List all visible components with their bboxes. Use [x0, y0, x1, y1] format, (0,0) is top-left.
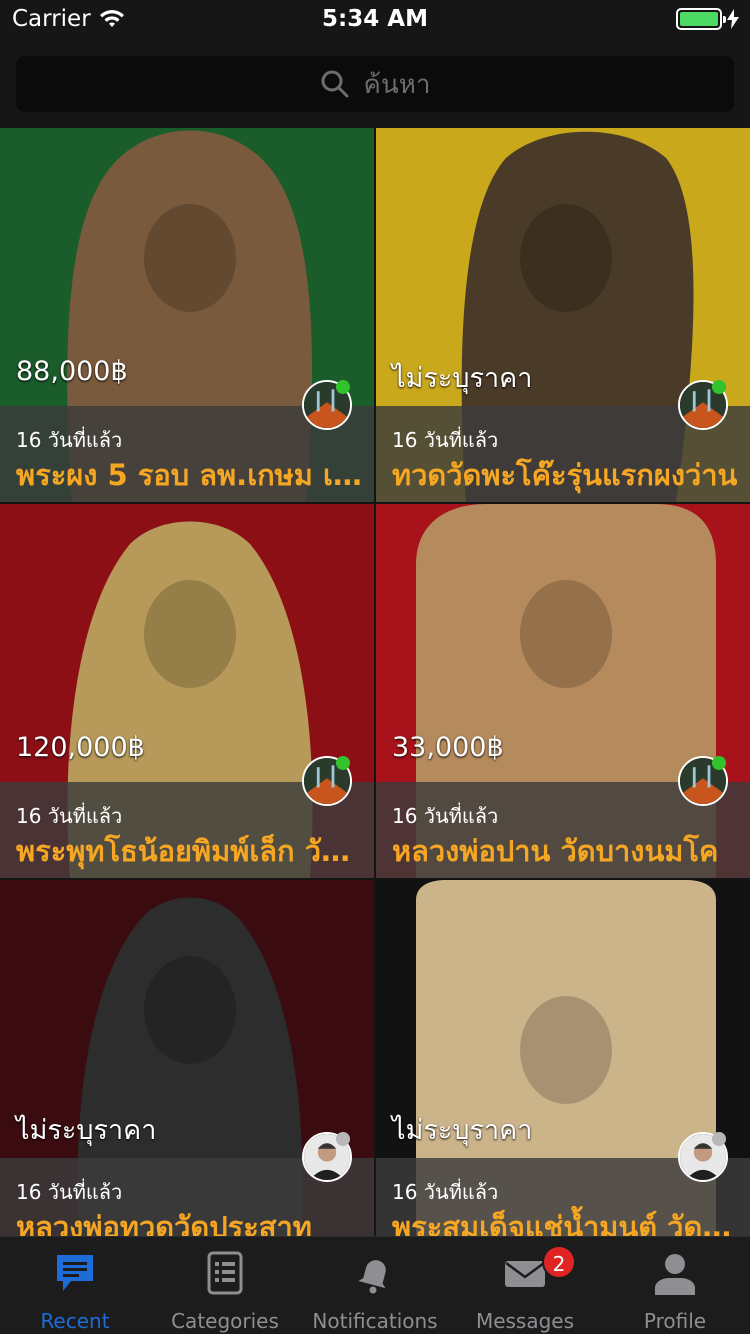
list-icon — [207, 1251, 243, 1295]
listing-title: หลวงพ่อทวดวัดประสาท — [16, 1210, 312, 1236]
tab-bar: Recent Categories Notifications 2 Messag… — [0, 1236, 750, 1334]
charging-bolt-icon — [727, 9, 739, 29]
listing-price: ไม่ระบุราคา — [392, 1115, 533, 1146]
listing-price: 120,000฿ — [16, 732, 145, 763]
status-bar: Carrier 5:34 AM — [0, 0, 750, 40]
listing-card[interactable]: 33,000฿ 16 วันที่แล้ว หลวงพ่อปาน วัดบางนมโ… — [376, 504, 750, 878]
online-status-dot — [712, 756, 726, 770]
battery-icon — [676, 8, 726, 30]
listing-title: พระพุทโธน้อยพิมพ์เล็ก วัดบ้าน — [16, 834, 366, 868]
listing-card[interactable]: 88,000฿ 16 วันที่แล้ว พระผง 5 รอบ ลพ.เกษม … — [0, 128, 374, 502]
listing-title: หลวงพ่อปาน วัดบางนมโค — [392, 834, 719, 868]
tab-label: Messages — [475, 1309, 575, 1333]
bell-icon — [358, 1260, 386, 1294]
listing-card[interactable]: 120,000฿ 16 วันที่แล้ว พระพุทโธน้อยพิมพ์เล… — [0, 504, 374, 878]
search-area: ค้นหา — [0, 40, 750, 128]
search-icon — [321, 70, 349, 98]
listing-price: 88,000฿ — [16, 356, 128, 387]
envelope-icon — [505, 1261, 545, 1287]
clock: 5:34 AM — [322, 6, 428, 32]
search-placeholder: ค้นหา — [363, 69, 431, 100]
listing-card[interactable]: ไม่ระบุราคา 16 วันที่แล้ว หลวงพ่อทวดวัดประ… — [0, 880, 374, 1236]
listing-grid: 88,000฿ 16 วันที่แล้ว พระผง 5 รอบ ลพ.เกษม … — [0, 128, 750, 1236]
online-status-dot — [712, 380, 726, 394]
person-icon — [654, 1254, 696, 1295]
unread-badge: 2 — [542, 1245, 576, 1279]
tab-profile[interactable]: Profile — [600, 1237, 750, 1334]
listing-card[interactable]: ไม่ระบุราคา 16 วันที่แล้ว ทวดวัดพะโค๊ะรุ่น… — [376, 128, 750, 502]
chat-bubble-icon — [57, 1255, 93, 1291]
offline-status-dot — [712, 1132, 726, 1146]
tab-recent[interactable]: Recent — [0, 1237, 150, 1334]
online-status-dot — [336, 380, 350, 394]
tab-label: Categories — [171, 1309, 279, 1333]
tab-notifications[interactable]: Notifications — [300, 1237, 450, 1334]
listing-price: ไม่ระบุราคา — [16, 1115, 157, 1146]
listing-price: ไม่ระบุราคา — [392, 363, 533, 394]
tab-categories[interactable]: Categories — [150, 1237, 300, 1334]
tab-messages[interactable]: 2 Messages — [450, 1237, 600, 1334]
tab-label: Profile — [643, 1309, 707, 1333]
tab-label: Recent — [40, 1309, 110, 1333]
offline-status-dot — [336, 1132, 350, 1146]
listing-title: พระผง 5 รอบ ลพ.เกษม เขมโก — [16, 458, 366, 492]
tab-label: Notifications — [312, 1309, 438, 1333]
online-status-dot — [336, 756, 350, 770]
listing-title: ทวดวัดพะโค๊ะรุ่นแรกผงว่าน — [392, 458, 738, 492]
listing-card[interactable]: ไม่ระบุราคา 16 วันที่แล้ว พระสมเด็จแช่น้ำม… — [376, 880, 750, 1236]
listing-title: พระสมเด็จแช่น้ำมนต์ วัดระฆัง — [392, 1210, 742, 1236]
search-input[interactable]: ค้นหา — [16, 56, 734, 112]
listing-price: 33,000฿ — [392, 732, 504, 763]
battery-indicator — [676, 8, 740, 30]
